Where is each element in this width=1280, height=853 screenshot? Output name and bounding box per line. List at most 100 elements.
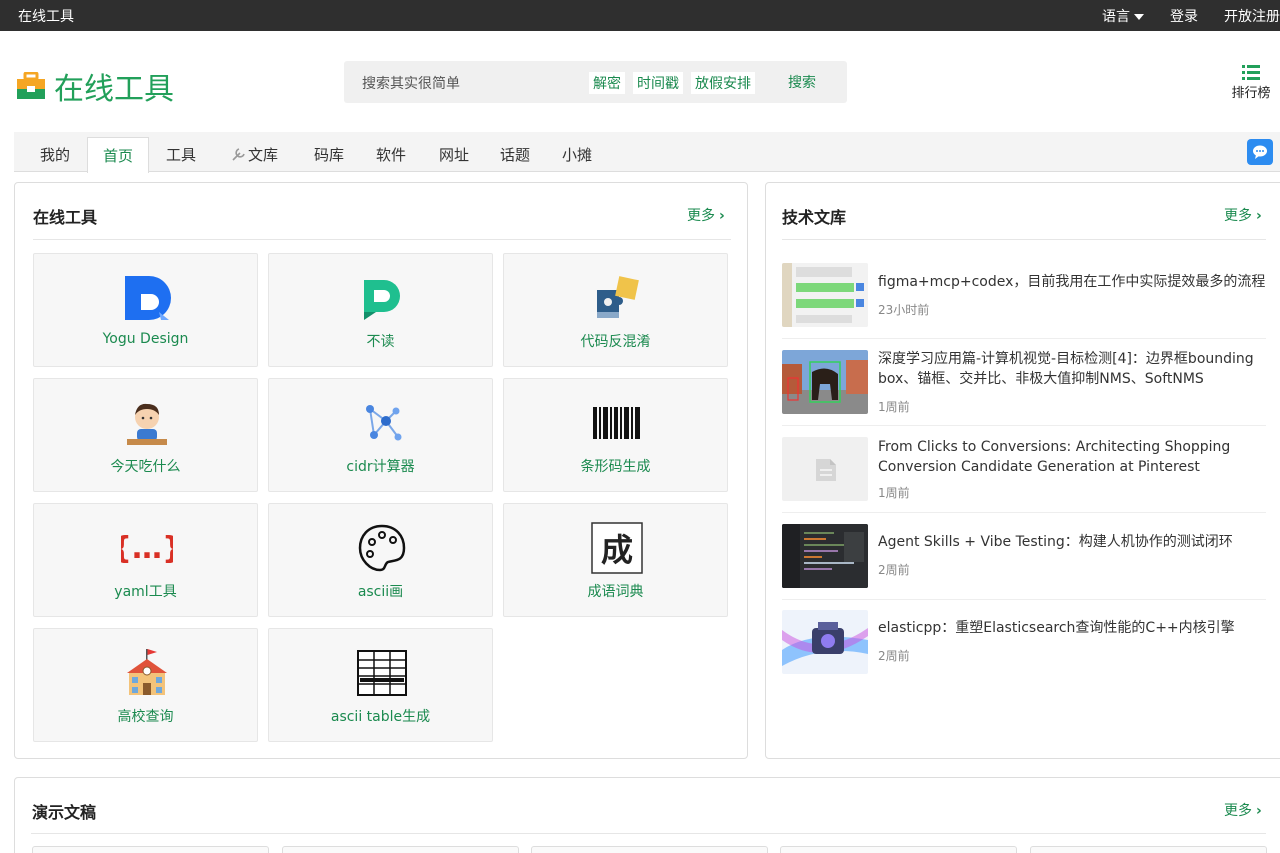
doc-item[interactable] bbox=[780, 846, 1017, 853]
ide-thumbnail-icon bbox=[782, 524, 868, 588]
quick-link-decrypt[interactable]: 解密 bbox=[589, 72, 625, 94]
tool-label: 条形码生成 bbox=[580, 459, 651, 475]
tools-card: 在线工具 更多 › Yogu Design 不读 代码反混淆 今天吃什么 cid… bbox=[14, 182, 748, 759]
article-thumbnail bbox=[782, 437, 868, 501]
article-thumbnail bbox=[782, 610, 868, 674]
divider bbox=[782, 425, 1266, 426]
school-icon bbox=[127, 649, 167, 695]
search-bar: 搜索其实很简单 解密 时间戳 放假安排 搜索 bbox=[344, 61, 847, 103]
tools-card-title: 在线工具 bbox=[33, 208, 98, 227]
table-icon bbox=[357, 650, 407, 696]
article-thumbnail bbox=[782, 524, 868, 588]
divider bbox=[33, 239, 731, 240]
chevron-right-icon: › bbox=[1256, 208, 1262, 224]
eating-boy-icon bbox=[127, 403, 167, 445]
tool-yogu-design[interactable]: Yogu Design bbox=[33, 253, 258, 367]
chat-icon bbox=[1253, 145, 1267, 159]
article-time: 2周前 bbox=[878, 649, 910, 663]
tab-mine[interactable]: 我的 bbox=[40, 144, 70, 165]
barcode-icon bbox=[593, 407, 640, 439]
divider bbox=[782, 512, 1266, 513]
doc-item[interactable] bbox=[531, 846, 768, 853]
top-bar: 在线工具 语言 登录 开放注册 bbox=[0, 0, 1280, 31]
site-link[interactable]: 在线工具 bbox=[18, 6, 74, 26]
svg-text:成: 成 bbox=[601, 531, 633, 569]
tab-websites[interactable]: 网址 bbox=[439, 144, 469, 165]
tool-idiom-dictionary[interactable]: 成 成语词典 bbox=[503, 503, 728, 617]
network-icon bbox=[366, 405, 402, 441]
tool-code-deobfuscate[interactable]: 代码反混淆 bbox=[503, 253, 728, 367]
tools-more-link[interactable]: 更多 › bbox=[687, 205, 725, 225]
tab-topics[interactable]: 话题 bbox=[500, 144, 530, 165]
docs-card: 演示文稿 更多 › bbox=[14, 777, 1280, 853]
tools-more-label: 更多 bbox=[687, 208, 715, 224]
caret-down-icon bbox=[1134, 14, 1144, 20]
article-title[interactable]: 深度学习应用篇-计算机视觉-目标检测[4]：边界框bounding box、锚框… bbox=[878, 349, 1268, 389]
tab-tools[interactable]: 工具 bbox=[166, 144, 196, 165]
tab-library-label: 文库 bbox=[248, 146, 279, 164]
tool-label: ascii画 bbox=[357, 584, 404, 600]
quick-link-holiday[interactable]: 放假安排 bbox=[691, 72, 755, 94]
login-link[interactable]: 登录 bbox=[1170, 6, 1198, 26]
article-title[interactable]: From Clicks to Conversions: Architecting… bbox=[878, 437, 1268, 477]
tool-what-to-eat[interactable]: 今天吃什么 bbox=[33, 378, 258, 492]
tab-software[interactable]: 软件 bbox=[376, 144, 406, 165]
article-title[interactable]: elasticpp：重塑Elasticsearch查询性能的C++内核引擎 bbox=[878, 618, 1268, 638]
tab-library[interactable]: 文库 bbox=[230, 144, 278, 165]
tool-cidr-calculator[interactable]: cidr计算器 bbox=[268, 378, 493, 492]
article-thumbnail bbox=[782, 263, 868, 327]
tab-home[interactable]: 首页 bbox=[87, 137, 150, 173]
engine-thumbnail-icon bbox=[782, 610, 868, 674]
main-nav: 我的 首页 工具 文库 码库 软件 网址 话题 小摊 bbox=[14, 132, 1280, 173]
tool-yaml[interactable]: {…} yaml工具 bbox=[33, 503, 258, 617]
budu-icon bbox=[364, 280, 400, 320]
doc-item[interactable] bbox=[282, 846, 519, 853]
docs-more-link[interactable]: 更多 › bbox=[1224, 800, 1262, 820]
tool-label: 今天吃什么 bbox=[110, 459, 181, 475]
tool-label: yaml工具 bbox=[114, 584, 177, 600]
yogu-design-icon bbox=[125, 276, 171, 320]
search-input[interactable]: 搜索其实很简单 bbox=[362, 73, 460, 93]
tool-label: 不读 bbox=[366, 334, 395, 350]
divider bbox=[782, 338, 1266, 339]
chat-button[interactable] bbox=[1247, 139, 1273, 165]
tool-ascii-table[interactable]: ascii table生成 bbox=[268, 628, 493, 742]
articles-more-link[interactable]: 更多 › bbox=[1224, 205, 1262, 225]
svg-text:{…}: {…} bbox=[121, 531, 173, 566]
rank-button[interactable]: 排行榜 bbox=[1226, 64, 1276, 101]
tool-ascii-art[interactable]: ascii画 bbox=[268, 503, 493, 617]
list-icon bbox=[1242, 65, 1260, 80]
screenshot-thumbnail-icon bbox=[782, 263, 868, 327]
tool-label: Yogu Design bbox=[102, 331, 189, 347]
tool-barcode[interactable]: 条形码生成 bbox=[503, 378, 728, 492]
docs-more-label: 更多 bbox=[1224, 803, 1252, 819]
tool-budu[interactable]: 不读 bbox=[268, 253, 493, 367]
doc-item[interactable] bbox=[32, 846, 269, 853]
tool-label: 高校查询 bbox=[117, 709, 174, 725]
top-bar-actions: 语言 登录 开放注册 bbox=[1102, 6, 1280, 26]
docs-card-title: 演示文稿 bbox=[32, 803, 97, 822]
quick-link-timestamp[interactable]: 时间戳 bbox=[633, 72, 683, 94]
article-time: 2周前 bbox=[878, 563, 910, 577]
tab-stalls[interactable]: 小摊 bbox=[562, 144, 592, 165]
article-title[interactable]: figma+mcp+codex，目前我用在工作中实际提效最多的流程 bbox=[878, 272, 1268, 292]
register-link[interactable]: 开放注册 bbox=[1224, 6, 1280, 26]
tool-university-lookup[interactable]: 高校查询 bbox=[33, 628, 258, 742]
tool-label: 成语词典 bbox=[587, 584, 644, 600]
rank-label: 排行榜 bbox=[1231, 86, 1271, 101]
tool-label: cidr计算器 bbox=[346, 459, 415, 475]
divider bbox=[782, 599, 1266, 600]
language-menu[interactable]: 语言 bbox=[1102, 6, 1144, 26]
puzzle-icon bbox=[597, 276, 639, 318]
toolbox-icon bbox=[17, 72, 45, 99]
curly-braces-icon: {…} bbox=[121, 531, 173, 566]
tab-code[interactable]: 码库 bbox=[314, 144, 344, 165]
article-title[interactable]: Agent Skills + Vibe Testing：构建人机协作的测试闭环 bbox=[878, 532, 1268, 552]
palette-icon bbox=[358, 524, 406, 572]
cheng-character-icon: 成 bbox=[591, 522, 643, 574]
search-button[interactable]: 搜索 bbox=[788, 72, 816, 92]
logo[interactable]: 在线工具 bbox=[16, 64, 174, 108]
articles-more-label: 更多 bbox=[1224, 208, 1252, 224]
doc-item[interactable] bbox=[1030, 846, 1267, 853]
chevron-right-icon: › bbox=[1256, 803, 1262, 819]
